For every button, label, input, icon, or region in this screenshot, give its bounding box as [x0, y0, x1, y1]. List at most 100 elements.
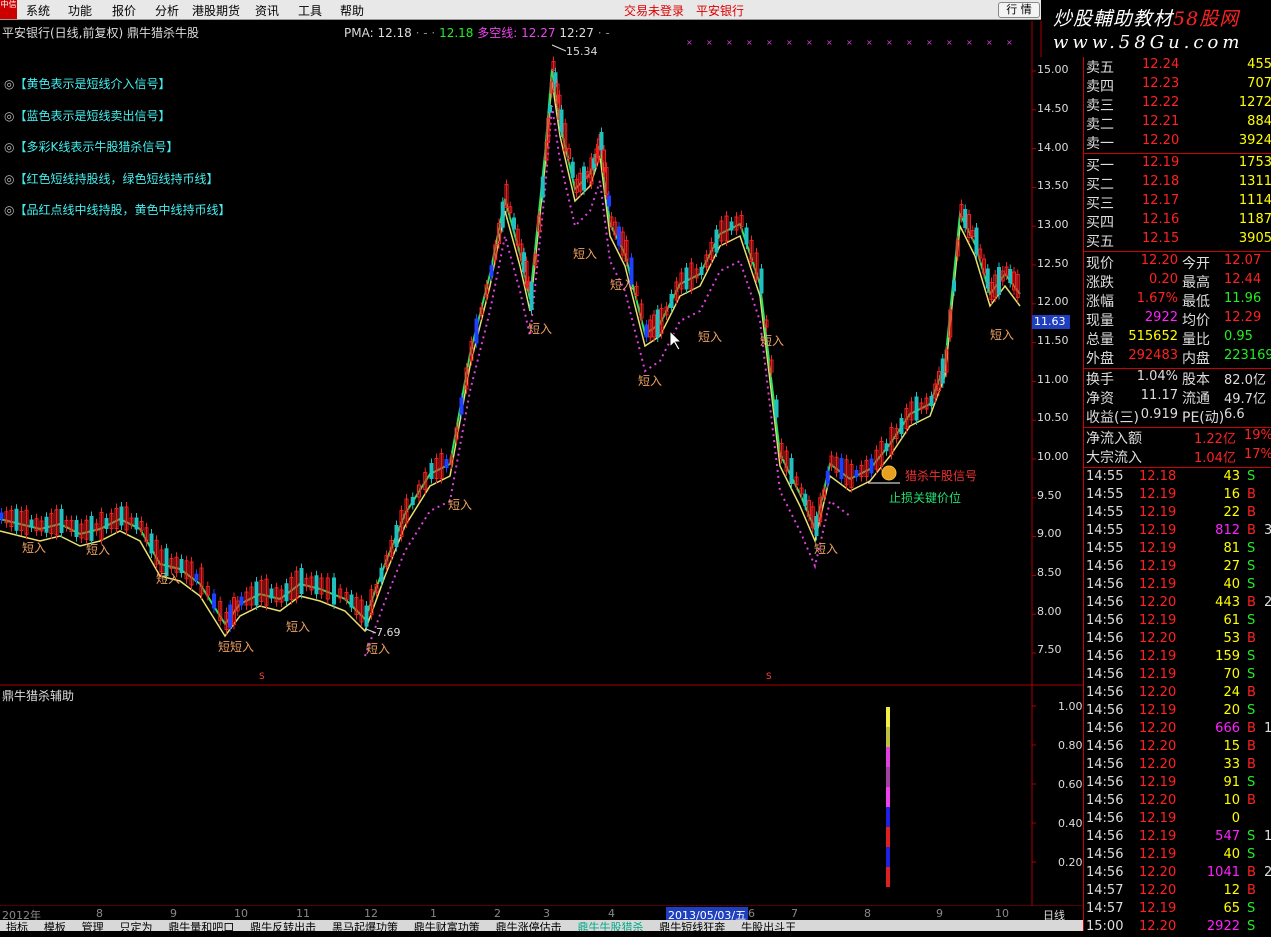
bid-label: 买三	[1086, 196, 1114, 212]
ask-price: 12.24	[1142, 57, 1180, 72]
kline-chart[interactable]: × × × × × × × × × × × × × × × × × 平安银行(日线,前复权) 鼎牛猎杀牛股 PM…	[0, 21, 1083, 906]
tick-price: 12.19	[1139, 775, 1177, 790]
candle-body	[684, 267, 689, 290]
date-tick: 12	[364, 907, 378, 920]
dkx-label: 多空线:	[477, 26, 518, 40]
date-tick: 2	[494, 907, 501, 920]
tick-price: 12.19	[1139, 811, 1177, 826]
short-entry-label: 短入	[610, 278, 635, 292]
tick-time: 14:56	[1086, 739, 1124, 754]
tick-row: 14:55 12.19 81 S	[1084, 541, 1271, 559]
candle-body	[559, 109, 564, 133]
signal-bar-segment	[886, 827, 890, 847]
ask-label: 卖二	[1086, 117, 1114, 133]
candle-body	[299, 568, 304, 594]
broker-link[interactable]: 平安银行	[696, 2, 744, 19]
low-pointer	[365, 628, 377, 634]
tick-price: 12.20	[1139, 631, 1177, 646]
tick-row: 14:55 12.19 16 B	[1084, 487, 1271, 505]
y-tick: 10.50	[1037, 411, 1069, 424]
menu-help[interactable]: 帮助	[340, 2, 364, 19]
signal-bar-segment	[886, 747, 890, 767]
bid-volume: 3905	[1238, 231, 1271, 246]
tick-volume: 81	[1223, 541, 1240, 556]
tick-time: 14:55	[1086, 487, 1124, 502]
tick-direction: S	[1247, 703, 1256, 718]
trade-login-status[interactable]: 交易未登录	[624, 2, 684, 19]
candle-body	[644, 324, 649, 338]
y-tick: 12.00	[1037, 295, 1069, 308]
flow-label: 大宗流入	[1086, 450, 1142, 466]
date-tick: 9	[936, 907, 943, 920]
signal-bar-segment	[886, 767, 890, 787]
tick-price: 12.19	[1139, 541, 1177, 556]
tick-direction: B	[1247, 505, 1256, 520]
tab-formula-3[interactable]: 黑马起爆功策	[326, 922, 404, 931]
bid-row: 买二 12.18 1311	[1084, 174, 1271, 193]
candle-body	[914, 396, 919, 421]
brand-site: 58股网	[1173, 8, 1240, 30]
stat-value: 11.96	[1224, 291, 1262, 306]
tick-time: 14:56	[1086, 703, 1124, 718]
menu-system[interactable]: 系统	[26, 2, 50, 19]
stat-label: 股本	[1182, 372, 1210, 388]
tick-time: 14:56	[1086, 757, 1124, 772]
tick-row: 14:56 12.19 61 S	[1084, 613, 1271, 631]
ask-row: 卖一 12.20 3924	[1084, 133, 1271, 152]
menu-function[interactable]: 功能	[68, 2, 92, 19]
indicator-readout: PMA: 12.18 · - · 12.18 多空线: 12.27 12:27 …	[344, 24, 610, 41]
tick-count: 31	[1264, 523, 1271, 538]
mouse-cursor-icon	[669, 329, 683, 351]
tick-time: 14:56	[1086, 721, 1124, 736]
signal-marker: ×	[926, 38, 933, 47]
tick-direction: B	[1247, 865, 1256, 880]
legend-note-4: ◎【红色短线持股线，绿色短线持币线】	[4, 172, 219, 186]
tick-time: 15:00	[1086, 919, 1124, 934]
menu-hk-futures[interactable]: 港股期货	[192, 2, 240, 19]
y-tick: 12.50	[1037, 257, 1069, 270]
tab-formula-5[interactable]: 鼎牛涨停估击	[490, 922, 568, 931]
tick-price: 12.19	[1139, 613, 1177, 628]
date-cursor: 2013/05/03/五	[666, 907, 749, 922]
tab-template[interactable]: 模板	[38, 922, 72, 931]
stat-row: 收益(三) 0.919 PE(动) 6.6	[1084, 407, 1271, 426]
candle-body	[239, 596, 244, 606]
short-entry-label: 短入	[638, 374, 663, 388]
tab-formula-8[interactable]: 牛股出斗王	[735, 922, 802, 931]
sub-y-tick: 0.60	[1058, 778, 1083, 791]
tick-volume: 547	[1215, 829, 1240, 844]
quote-button[interactable]: 行 情	[998, 2, 1040, 18]
menu-tools[interactable]: 工具	[298, 2, 322, 19]
signal-marker: ×	[826, 38, 833, 47]
tab-custom[interactable]: 只定为	[113, 922, 158, 931]
candle-body	[607, 195, 611, 207]
tab-formula-7[interactable]: 鼎牛短线狂奔	[653, 922, 731, 931]
y-tick: 7.50	[1037, 643, 1062, 656]
menu-news[interactable]: 资讯	[255, 2, 279, 19]
tab-indicator[interactable]: 指标	[0, 922, 34, 931]
stat-value: 12.29	[1224, 310, 1262, 325]
separator	[1084, 153, 1271, 154]
signal-bar-segment	[886, 847, 890, 867]
signal-marker: ×	[946, 38, 953, 47]
signal-marker: ×	[746, 38, 753, 47]
signal-bar-segment	[886, 787, 890, 807]
stat-label: 均价	[1182, 313, 1210, 329]
tab-formula-2[interactable]: 鼎牛反转出击	[244, 922, 322, 931]
tab-formula-1[interactable]: 鼎牛量和吧口	[162, 922, 240, 931]
tick-volume: 91	[1223, 775, 1240, 790]
menu-analysis[interactable]: 分析	[155, 2, 179, 19]
quote-panel: 卖五 12.24 455 卖四 12.23 707 卖三 12.22 1272 卖二 12.21 88…	[1083, 57, 1271, 934]
tab-formula-6[interactable]: 鼎牛牛股猎杀	[571, 922, 649, 931]
stat-label: 内盘	[1182, 351, 1210, 367]
tab-formula-4[interactable]: 鼎牛财富功策	[408, 922, 486, 931]
tick-volume: 40	[1223, 847, 1240, 862]
menu-quote[interactable]: 报价	[112, 2, 136, 19]
tick-volume: 159	[1215, 649, 1240, 664]
candle-body	[489, 265, 494, 277]
tab-manage[interactable]: 管理	[76, 922, 110, 931]
ask-price: 12.22	[1142, 95, 1180, 110]
y-tick: 13.50	[1037, 179, 1069, 192]
signal-marker: ×	[966, 38, 973, 47]
candle-body	[364, 605, 369, 627]
